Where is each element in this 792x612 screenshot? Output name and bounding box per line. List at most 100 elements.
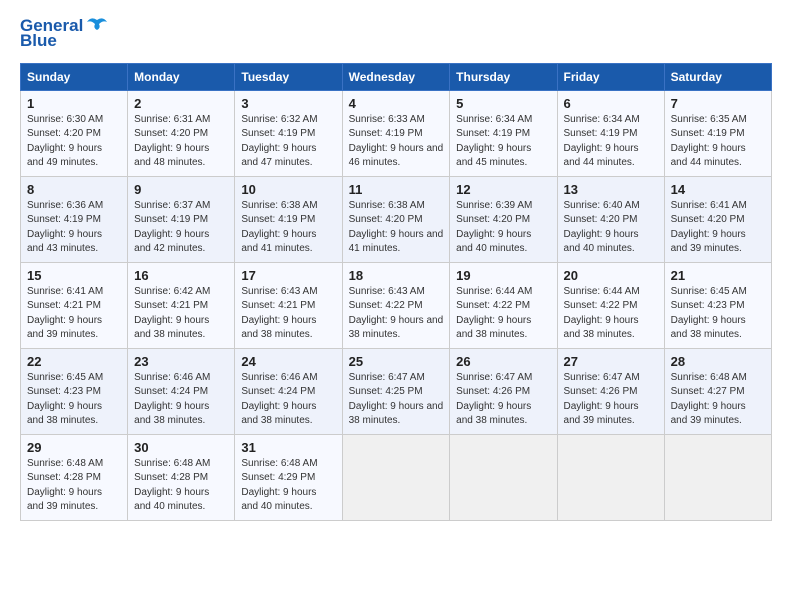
day-number: 31 [241, 440, 335, 455]
calendar-cell: 15 Sunrise: 6:41 AM Sunset: 4:21 PM Dayli… [21, 262, 128, 348]
day-number: 2 [134, 96, 228, 111]
calendar-cell: 31 Sunrise: 6:48 AM Sunset: 4:29 PM Dayli… [235, 434, 342, 520]
calendar-cell: 1 Sunrise: 6:30 AM Sunset: 4:20 PM Daylig… [21, 90, 128, 176]
calendar-week-4: 22Sunrise: 6:45 AM Sunset: 4:23 PM Dayli… [21, 348, 772, 434]
calendar-cell: 30Sunrise: 6:48 AM Sunset: 4:28 PM Dayli… [128, 434, 235, 520]
day-number: 17 [241, 268, 335, 283]
calendar-cell [342, 434, 450, 520]
calendar-cell: 26 Sunrise: 6:47 AM Sunset: 4:26 PM Dayli… [450, 348, 557, 434]
calendar-cell: 3Sunrise: 6:32 AM Sunset: 4:19 PM Daylig… [235, 90, 342, 176]
day-number: 24 [241, 354, 335, 369]
page-header: General Blue [20, 16, 772, 51]
day-info: Sunrise: 6:44 AM Sunset: 4:22 PM Dayligh… [564, 285, 658, 343]
day-info: Sunrise: 6:45 AM Sunset: 4:23 PM Dayligh… [27, 371, 121, 429]
day-info: Sunrise: 6:41 AM Sunset: 4:21 PM Dayligh… [27, 285, 121, 343]
day-info: Sunrise: 6:44 AM Sunset: 4:22 PM Dayligh… [456, 285, 550, 343]
calendar-table: SundayMondayTuesdayWednesdayThursdayFrid… [20, 63, 772, 521]
day-number: 29 [27, 440, 121, 455]
calendar-cell: 24 Sunrise: 6:46 AM Sunset: 4:24 PM Dayli… [235, 348, 342, 434]
day-info: Sunrise: 6:46 AM Sunset: 4:24 PM Dayligh… [241, 371, 335, 429]
day-number: 1 [27, 96, 121, 111]
day-info: Sunrise: 6:43 AM Sunset: 4:22 PM Dayligh… [349, 285, 444, 343]
day-number: 14 [671, 182, 765, 197]
day-info: Sunrise: 6:40 AM Sunset: 4:20 PM Dayligh… [564, 199, 658, 257]
calendar-cell: 5 Sunrise: 6:34 AM Sunset: 4:19 PM Daylig… [450, 90, 557, 176]
day-info: Sunrise: 6:38 AM Sunset: 4:20 PM Dayligh… [349, 199, 444, 257]
day-info: Sunrise: 6:48 AM Sunset: 4:29 PM Dayligh… [241, 457, 335, 515]
day-number: 5 [456, 96, 550, 111]
day-number: 4 [349, 96, 444, 111]
calendar-week-5: 29 Sunrise: 6:48 AM Sunset: 4:28 PM Dayli… [21, 434, 772, 520]
day-number: 16 [134, 268, 228, 283]
weekday-header-thursday: Thursday [450, 63, 557, 90]
day-info: Sunrise: 6:37 AM Sunset: 4:19 PM Dayligh… [134, 199, 228, 257]
calendar-cell: 4 Sunrise: 6:33 AM Sunset: 4:19 PM Daylig… [342, 90, 450, 176]
day-info: Sunrise: 6:47 AM Sunset: 4:26 PM Dayligh… [456, 371, 550, 429]
day-number: 12 [456, 182, 550, 197]
day-number: 13 [564, 182, 658, 197]
calendar-cell [450, 434, 557, 520]
logo: General Blue [20, 16, 109, 51]
calendar-cell: 9 Sunrise: 6:37 AM Sunset: 4:19 PM Daylig… [128, 176, 235, 262]
day-number: 20 [564, 268, 658, 283]
day-number: 7 [671, 96, 765, 111]
day-number: 19 [456, 268, 550, 283]
day-info: Sunrise: 6:45 AM Sunset: 4:23 PM Dayligh… [671, 285, 765, 343]
calendar-cell: 22Sunrise: 6:45 AM Sunset: 4:23 PM Dayli… [21, 348, 128, 434]
day-info: Sunrise: 6:36 AM Sunset: 4:19 PM Dayligh… [27, 199, 121, 257]
calendar-cell: 13 Sunrise: 6:40 AM Sunset: 4:20 PM Dayli… [557, 176, 664, 262]
day-number: 26 [456, 354, 550, 369]
calendar-cell: 21 Sunrise: 6:45 AM Sunset: 4:23 PM Dayli… [664, 262, 771, 348]
day-info: Sunrise: 6:34 AM Sunset: 4:19 PM Dayligh… [456, 113, 550, 171]
day-number: 28 [671, 354, 765, 369]
calendar-cell: 17Sunrise: 6:43 AM Sunset: 4:21 PM Dayli… [235, 262, 342, 348]
day-number: 21 [671, 268, 765, 283]
calendar-cell: 18 Sunrise: 6:43 AM Sunset: 4:22 PM Dayli… [342, 262, 450, 348]
day-info: Sunrise: 6:48 AM Sunset: 4:28 PM Dayligh… [134, 457, 228, 515]
weekday-header-monday: Monday [128, 63, 235, 90]
day-number: 8 [27, 182, 121, 197]
day-info: Sunrise: 6:31 AM Sunset: 4:20 PM Dayligh… [134, 113, 228, 171]
day-info: Sunrise: 6:47 AM Sunset: 4:25 PM Dayligh… [349, 371, 444, 429]
day-info: Sunrise: 6:30 AM Sunset: 4:20 PM Dayligh… [27, 113, 121, 171]
day-info: Sunrise: 6:42 AM Sunset: 4:21 PM Dayligh… [134, 285, 228, 343]
weekday-header-friday: Friday [557, 63, 664, 90]
calendar-cell: 23 Sunrise: 6:46 AM Sunset: 4:24 PM Dayli… [128, 348, 235, 434]
day-number: 6 [564, 96, 658, 111]
day-info: Sunrise: 6:32 AM Sunset: 4:19 PM Dayligh… [241, 113, 335, 171]
calendar-cell: 11Sunrise: 6:38 AM Sunset: 4:20 PM Dayli… [342, 176, 450, 262]
day-info: Sunrise: 6:46 AM Sunset: 4:24 PM Dayligh… [134, 371, 228, 429]
calendar-cell: 20 Sunrise: 6:44 AM Sunset: 4:22 PM Dayli… [557, 262, 664, 348]
calendar-cell: 7 Sunrise: 6:35 AM Sunset: 4:19 PM Daylig… [664, 90, 771, 176]
calendar-cell: 16 Sunrise: 6:42 AM Sunset: 4:21 PM Dayli… [128, 262, 235, 348]
weekday-header-sunday: Sunday [21, 63, 128, 90]
calendar-cell: 25 Sunrise: 6:47 AM Sunset: 4:25 PM Dayli… [342, 348, 450, 434]
calendar-cell [557, 434, 664, 520]
calendar-cell: 10 Sunrise: 6:38 AM Sunset: 4:19 PM Dayli… [235, 176, 342, 262]
calendar-cell: 28 Sunrise: 6:48 AM Sunset: 4:27 PM Dayli… [664, 348, 771, 434]
day-number: 23 [134, 354, 228, 369]
day-info: Sunrise: 6:48 AM Sunset: 4:27 PM Dayligh… [671, 371, 765, 429]
day-number: 25 [349, 354, 444, 369]
calendar-cell: 12 Sunrise: 6:39 AM Sunset: 4:20 PM Dayli… [450, 176, 557, 262]
day-number: 15 [27, 268, 121, 283]
calendar-cell: 14 Sunrise: 6:41 AM Sunset: 4:20 PM Dayli… [664, 176, 771, 262]
weekday-header-wednesday: Wednesday [342, 63, 450, 90]
logo-blue: Blue [20, 32, 57, 51]
day-number: 18 [349, 268, 444, 283]
logo-bird-icon [85, 16, 109, 36]
day-number: 10 [241, 182, 335, 197]
day-info: Sunrise: 6:47 AM Sunset: 4:26 PM Dayligh… [564, 371, 658, 429]
calendar-week-3: 15 Sunrise: 6:41 AM Sunset: 4:21 PM Dayli… [21, 262, 772, 348]
calendar-cell [664, 434, 771, 520]
calendar-week-1: 1 Sunrise: 6:30 AM Sunset: 4:20 PM Daylig… [21, 90, 772, 176]
day-info: Sunrise: 6:38 AM Sunset: 4:19 PM Dayligh… [241, 199, 335, 257]
calendar-cell: 2 Sunrise: 6:31 AM Sunset: 4:20 PM Daylig… [128, 90, 235, 176]
day-info: Sunrise: 6:35 AM Sunset: 4:19 PM Dayligh… [671, 113, 765, 171]
day-info: Sunrise: 6:33 AM Sunset: 4:19 PM Dayligh… [349, 113, 444, 171]
calendar-cell: 27 Sunrise: 6:47 AM Sunset: 4:26 PM Dayli… [557, 348, 664, 434]
day-number: 27 [564, 354, 658, 369]
day-number: 9 [134, 182, 228, 197]
day-info: Sunrise: 6:39 AM Sunset: 4:20 PM Dayligh… [456, 199, 550, 257]
day-info: Sunrise: 6:41 AM Sunset: 4:20 PM Dayligh… [671, 199, 765, 257]
